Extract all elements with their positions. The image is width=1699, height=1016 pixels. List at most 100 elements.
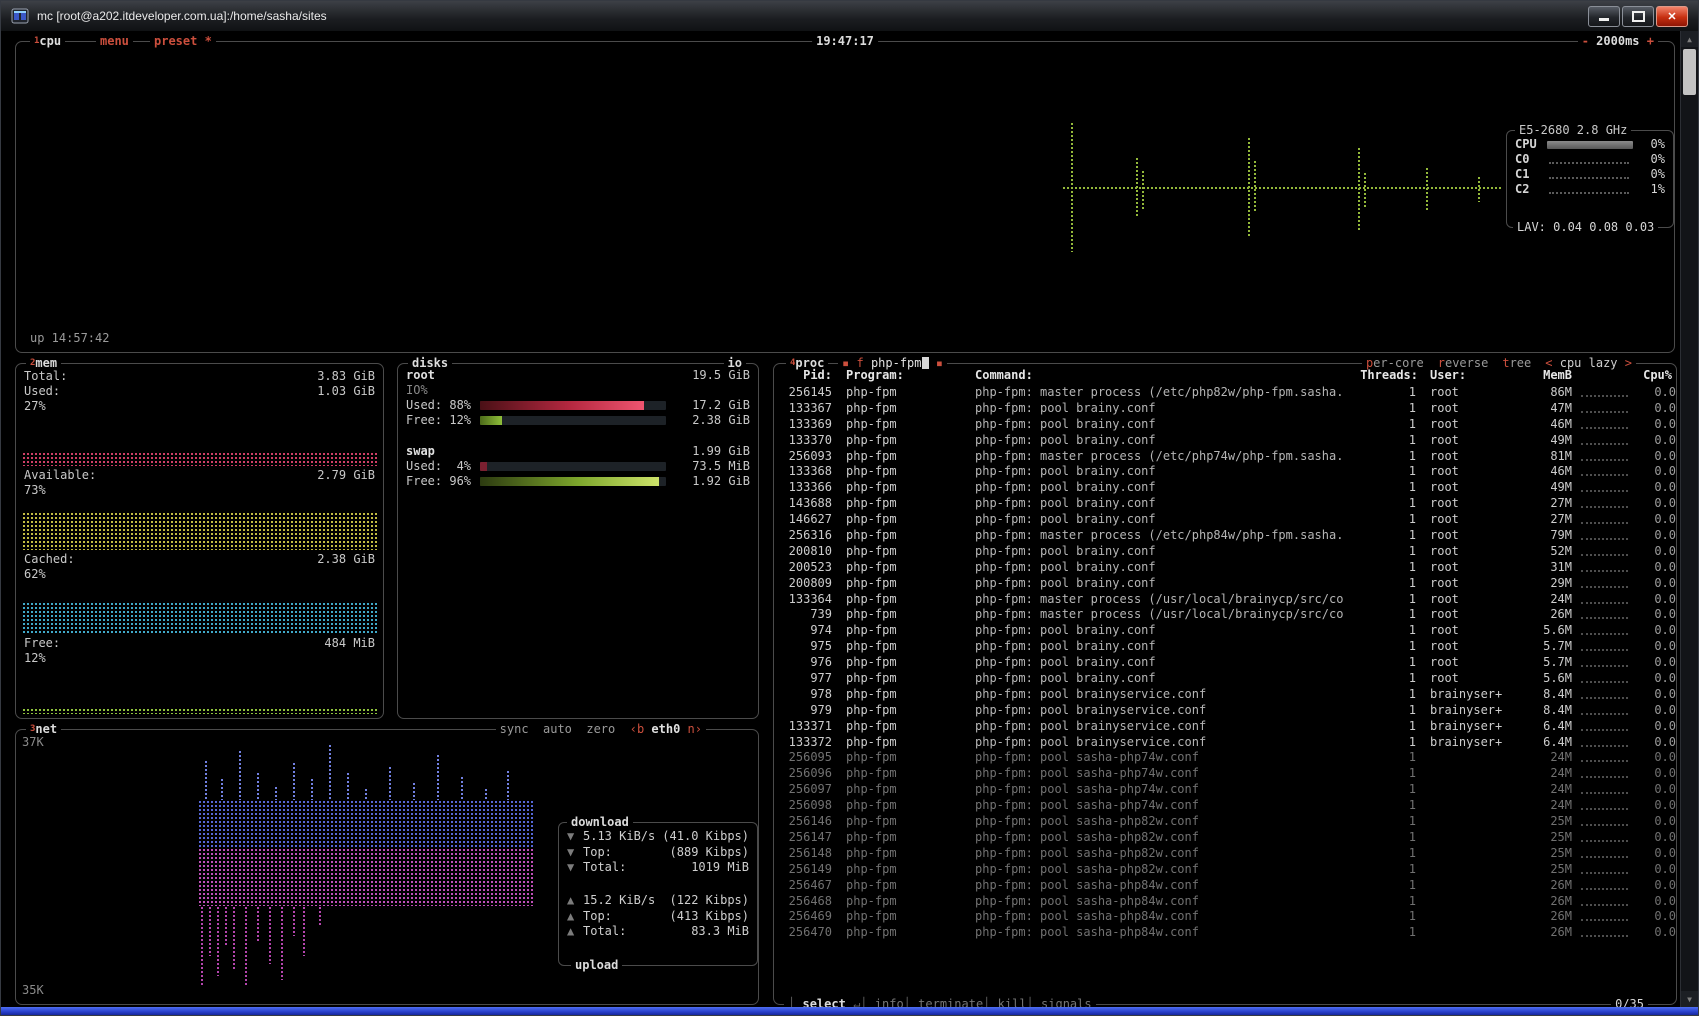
process-row[interactable]: 256316php-fpmphp-fpm: master process (/e…: [786, 528, 1676, 544]
interval-decrease-button[interactable]: -: [1582, 34, 1589, 48]
process-row[interactable]: 256097php-fpmphp-fpm: pool sasha-php74w.…: [786, 782, 1676, 798]
proc-row-list: 256145php-fpmphp-fpm: master process (/e…: [786, 385, 1676, 941]
process-row[interactable]: 256146php-fpmphp-fpm: pool sasha-php82w.…: [786, 814, 1676, 830]
scroll-down-button[interactable]: ▼: [1681, 991, 1698, 1007]
col-user[interactable]: User:: [1430, 368, 1466, 383]
process-row[interactable]: 133370php-fpmphp-fpm: pool brainy.conf1r…: [786, 433, 1676, 449]
cpu-core-leader: [1547, 182, 1637, 197]
process-row[interactable]: 200523php-fpmphp-fpm: pool brainy.conf1r…: [786, 560, 1676, 576]
process-row[interactable]: 256145php-fpmphp-fpm: master process (/e…: [786, 385, 1676, 401]
net-sync-toggle[interactable]: sync: [500, 722, 529, 736]
proc-cell-mem: 25M: [1516, 830, 1572, 846]
proc-cell-program: php-fpm: [832, 719, 975, 735]
minimize-button[interactable]: [1588, 6, 1620, 27]
process-row[interactable]: 133369php-fpmphp-fpm: pool brainy.conf1r…: [786, 417, 1676, 433]
process-row[interactable]: 256470php-fpmphp-fpm: pool sasha-php84w.…: [786, 925, 1676, 941]
net-prev-iface-button[interactable]: ‹b: [630, 722, 644, 736]
process-row[interactable]: 976php-fpmphp-fpm: pool brainy.conf1root…: [786, 655, 1676, 671]
proc-mem-sparkline: [1572, 496, 1632, 512]
close-button[interactable]: ✕: [1656, 6, 1688, 27]
disk-root-free-row: Free: 12% 2.38 GiB: [406, 413, 750, 428]
proc-cell-cpu: 0.0: [1632, 925, 1676, 941]
net-auto-toggle[interactable]: auto: [543, 722, 572, 736]
proc-cell-cpu: 0.0: [1632, 496, 1676, 512]
col-program[interactable]: Program:: [846, 368, 904, 383]
process-row[interactable]: 256148php-fpmphp-fpm: pool sasha-php82w.…: [786, 846, 1676, 862]
proc-cell-program: php-fpm: [832, 576, 975, 592]
proc-cell-mem: 52M: [1516, 544, 1572, 560]
col-command[interactable]: Command:: [975, 368, 1033, 383]
mem-free-row: Free: 484 MiB: [24, 636, 375, 651]
process-row[interactable]: 133367php-fpmphp-fpm: pool brainy.conf1r…: [786, 401, 1676, 417]
proc-cell-cpu: 0.0: [1632, 560, 1676, 576]
process-row[interactable]: 200809php-fpmphp-fpm: pool brainy.conf1r…: [786, 576, 1676, 592]
process-row[interactable]: 200810php-fpmphp-fpm: pool brainy.conf1r…: [786, 544, 1676, 560]
download-arrow-icon: ▼: [567, 845, 583, 860]
process-row[interactable]: 133372php-fpmphp-fpm: pool brainyservice…: [786, 735, 1676, 751]
net-next-iface-button[interactable]: n›: [688, 722, 702, 736]
col-mem[interactable]: MemB: [1486, 368, 1572, 383]
mem-used-value: 1.03 GiB: [317, 384, 375, 399]
process-row[interactable]: 133368php-fpmphp-fpm: pool brainy.conf1r…: [786, 464, 1676, 480]
process-row[interactable]: 256468php-fpmphp-fpm: pool sasha-php84w.…: [786, 894, 1676, 910]
download-arrow-icon: ▼: [567, 860, 583, 875]
proc-cell-user: root: [1416, 623, 1516, 639]
menu-button[interactable]: menu: [96, 34, 133, 49]
process-row[interactable]: 256093php-fpmphp-fpm: master process (/e…: [786, 449, 1676, 465]
proc-cell-threads: 1: [1400, 433, 1416, 449]
process-row[interactable]: 133366php-fpmphp-fpm: pool brainy.conf1r…: [786, 480, 1676, 496]
process-row[interactable]: 739php-fpmphp-fpm: master process (/usr/…: [786, 607, 1676, 623]
process-row[interactable]: 146627php-fpmphp-fpm: pool brainy.conf1r…: [786, 512, 1676, 528]
process-row[interactable]: 133371php-fpmphp-fpm: pool brainyservice…: [786, 719, 1676, 735]
proc-cell-mem: 79M: [1516, 528, 1572, 544]
process-row[interactable]: 133364php-fpmphp-fpm: master process (/u…: [786, 592, 1676, 608]
col-pid[interactable]: Pid:: [786, 368, 832, 383]
process-row[interactable]: 979php-fpmphp-fpm: pool brainyservice.co…: [786, 703, 1676, 719]
scrollbar[interactable]: ▲ ▼: [1680, 31, 1698, 1007]
process-row[interactable]: 256149php-fpmphp-fpm: pool sasha-php82w.…: [786, 862, 1676, 878]
maximize-button[interactable]: [1622, 6, 1654, 27]
proc-mem-sparkline: [1572, 671, 1632, 687]
process-row[interactable]: 256147php-fpmphp-fpm: pool sasha-php82w.…: [786, 830, 1676, 846]
process-row[interactable]: 978php-fpmphp-fpm: pool brainyservice.co…: [786, 687, 1676, 703]
interval-increase-button[interactable]: +: [1647, 34, 1654, 48]
proc-cell-cpu: 0.0: [1632, 830, 1676, 846]
process-row[interactable]: 256096php-fpmphp-fpm: pool sasha-php74w.…: [786, 766, 1676, 782]
scroll-up-button[interactable]: ▲: [1681, 31, 1698, 47]
proc-cell-command: php-fpm: pool brainy.conf: [975, 417, 1400, 433]
proc-cell-threads: 1: [1400, 639, 1416, 655]
proc-cell-command: php-fpm: pool brainy.conf: [975, 639, 1400, 655]
process-row[interactable]: 256095php-fpmphp-fpm: pool sasha-php74w.…: [786, 750, 1676, 766]
process-row[interactable]: 143688php-fpmphp-fpm: pool brainy.conf1r…: [786, 496, 1676, 512]
proc-cell-threads: 1: [1400, 814, 1416, 830]
window-titlebar[interactable]: mc [root@a202.itdeveloper.com.ua]:/home/…: [1, 1, 1698, 32]
proc-cell-command: php-fpm: master process (/usr/local/brai…: [975, 592, 1400, 608]
proc-cell-user: root: [1416, 560, 1516, 576]
cpu-info-row: C21%: [1507, 182, 1673, 197]
col-threads[interactable]: Threads:: [1286, 368, 1418, 383]
process-row[interactable]: 975php-fpmphp-fpm: pool brainy.conf1root…: [786, 639, 1676, 655]
proc-cell-user: brainyser+: [1416, 735, 1516, 751]
proc-cell-mem: 5.7M: [1516, 655, 1572, 671]
col-cpu[interactable]: Cpu%: [1606, 368, 1672, 383]
process-row[interactable]: 256469php-fpmphp-fpm: pool sasha-php84w.…: [786, 909, 1676, 925]
proc-cell-command: php-fpm: pool brainy.conf: [975, 544, 1400, 560]
mem-total-row: Total: 3.83 GiB: [24, 369, 375, 384]
proc-cell-program: php-fpm: [832, 830, 975, 846]
disk-swap-used-label: Used: 4%: [406, 459, 480, 474]
process-row[interactable]: 256467php-fpmphp-fpm: pool sasha-php84w.…: [786, 878, 1676, 894]
process-row[interactable]: 974php-fpmphp-fpm: pool brainy.conf1root…: [786, 623, 1676, 639]
proc-cell-program: php-fpm: [832, 592, 975, 608]
proc-cell-threads: 1: [1400, 782, 1416, 798]
proc-cell-pid: 256097: [786, 782, 832, 798]
proc-mem-sparkline: [1572, 894, 1632, 910]
proc-cell-program: php-fpm: [832, 766, 975, 782]
net-zero-toggle[interactable]: zero: [586, 722, 615, 736]
process-row[interactable]: 977php-fpmphp-fpm: pool brainy.conf1root…: [786, 671, 1676, 687]
download-label: download: [567, 815, 633, 830]
preset-button[interactable]: preset *: [150, 34, 216, 49]
process-row[interactable]: 256098php-fpmphp-fpm: pool sasha-php74w.…: [786, 798, 1676, 814]
proc-cell-pid: 256149: [786, 862, 832, 878]
proc-cell-command: php-fpm: pool sasha-php74w.conf: [975, 798, 1400, 814]
scrollbar-thumb[interactable]: [1683, 49, 1696, 95]
